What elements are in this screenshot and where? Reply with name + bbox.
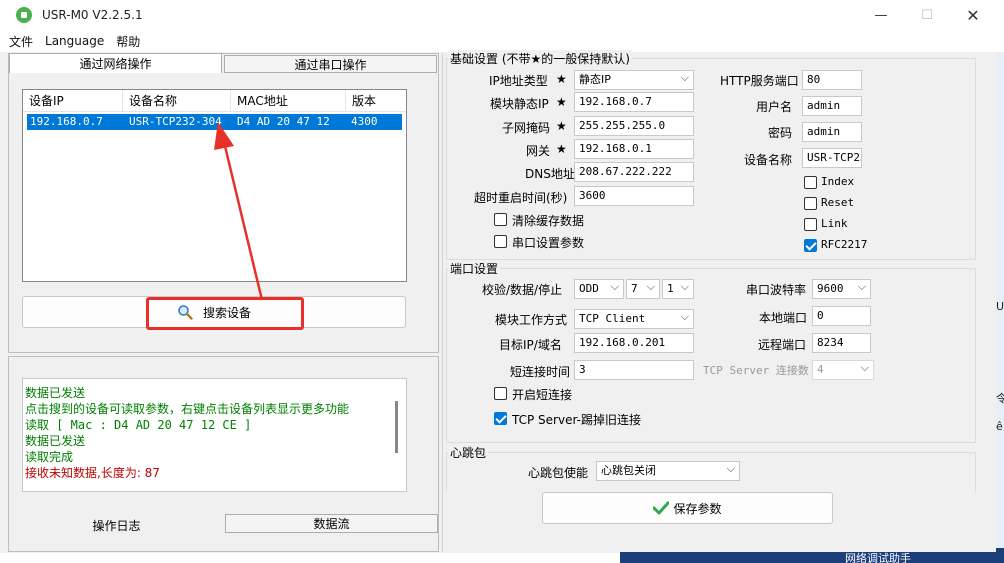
window-title: USR-M0 V2.2.5.1 [42,8,143,22]
server-conn-label: TCP Server 连接数 [703,364,809,377]
username-label: 用户名 [756,100,793,114]
device-version: 4300 [351,115,378,128]
work-mode-select[interactable]: TCP Client [574,309,694,329]
subnet-label: 子网掩码 [502,121,551,135]
menu-language[interactable]: Language [45,34,104,48]
heartbeat-enable-label: 心跳包使能 [528,466,589,480]
kick-old-checkbox[interactable] [494,412,507,425]
basic-settings-title: 基础设置 (不带★的一般保持默认) [448,50,632,67]
username-input[interactable]: admin [802,96,862,116]
static-ip-label: 模块静态IP [490,97,549,111]
column-header-version[interactable]: 版本 [346,90,386,112]
tab-serial[interactable]: 通过串口操作 [224,55,437,73]
clear-cache-checkbox[interactable] [494,213,507,226]
log-line: 数据已发送 [25,434,86,448]
link-label: Link [821,217,848,230]
background-text: 令 [996,392,1004,405]
log-scrollbar[interactable] [395,401,398,453]
maximize-button[interactable]: ☐ [904,0,950,30]
password-input[interactable]: admin [802,122,862,142]
http-port-label: HTTP服务端口 [720,74,799,88]
index-label: Index [821,175,855,188]
local-port-input[interactable]: 0 [812,306,871,326]
parity-select[interactable]: ODD [574,279,624,299]
work-mode-label: 模块工作方式 [495,313,568,327]
serial-params-label: 串口设置参数 [512,236,585,250]
close-button[interactable]: ✕ [950,0,996,30]
device-ip: 192.168.0.7 [30,115,103,128]
log-line: 点击搜到的设备可读取参数，右键点击设备列表显示更多功能 [25,402,350,416]
kick-old-label: TCP Server-踢掉旧连接 [512,413,641,427]
index-checkbox[interactable] [804,176,817,189]
app-icon [16,7,32,23]
log-line: 读取 [ Mac : D4 AD 20 47 12 CE ] [25,418,252,432]
device-name-label: 设备名称 [744,153,793,167]
background-text: ê [996,420,1003,433]
save-button-label: 保存参数 [673,501,722,516]
menu-help[interactable]: 帮助 [116,33,140,50]
parity-label: 校验/数据/停止 [482,283,563,297]
tab-operation-log[interactable]: 操作日志 [9,515,224,535]
title-bar: USR-M0 V2.2.5.1 — ☐ ✕ [0,0,1004,30]
save-params-button[interactable]: 保存参数 [542,492,833,524]
short-time-label: 短连接时间 [510,365,571,379]
check-icon [653,501,670,515]
target-input[interactable]: 192.168.0.201 [574,333,694,353]
heartbeat-enable-select[interactable]: 心跳包关闭 [596,461,740,481]
star-icon: ★ [556,119,567,133]
dns-label: DNS地址 [525,167,575,181]
timeout-input[interactable]: 3600 [574,186,694,206]
stop-bits-select[interactable]: 1 [662,279,694,299]
link-checkbox[interactable] [804,218,817,231]
rfc2217-checkbox[interactable] [804,239,817,252]
short-conn-label: 开启短连接 [512,388,573,402]
static-ip-input[interactable]: 192.168.0.7 [574,92,694,112]
tab-network[interactable]: 通过网络操作 [9,53,222,73]
serial-params-checkbox[interactable] [494,235,507,248]
background-text: US [996,300,1004,313]
short-time-input[interactable]: 3 [574,360,694,380]
port-settings-title: 端口设置 [448,260,501,277]
dns-input[interactable]: 208.67.222.222 [574,162,694,182]
log-line-error: 接收未知数据,长度为: 87 [25,466,160,480]
log-line: 数据已发送 [25,386,86,400]
log-line: 读取完成 [25,450,74,464]
server-conn-select[interactable]: 4 [812,360,874,380]
gateway-label: 网关 [526,144,551,158]
column-header-ip[interactable]: 设备IP [23,89,123,112]
password-label: 密码 [768,126,793,140]
annotation-arrow [214,122,264,301]
tab-dataflow[interactable]: 数据流 [225,514,438,533]
column-header-name[interactable]: 设备名称 [123,89,231,112]
reset-checkbox[interactable] [804,197,817,210]
star-icon: ★ [556,142,567,156]
minimize-button[interactable]: — [858,0,904,30]
device-name-input[interactable]: USR-TCP23 [802,148,862,168]
star-icon: ★ [556,95,567,109]
ip-type-select[interactable]: 静态IP [574,70,694,90]
baud-select[interactable]: 9600 [812,279,871,299]
data-bits-select[interactable]: 7 [626,279,660,299]
rfc2217-label: RFC2217 [821,238,868,251]
menu-file[interactable]: 文件 [9,33,33,50]
column-header-mac[interactable]: MAC地址 [231,89,346,112]
subnet-input[interactable]: 255.255.255.0 [574,116,694,136]
star-icon: ★ [556,72,567,86]
menu-bar: 文件 Language 帮助 [0,30,1004,52]
log-output[interactable]: 数据已发送 点击搜到的设备可读取参数，右键点击设备列表显示更多功能 读取 [ M… [22,378,407,492]
gateway-input[interactable]: 192.168.0.1 [574,139,694,159]
list-header: 设备IP 设备名称 MAC地址 版本 [23,89,406,112]
short-conn-checkbox[interactable] [494,387,507,400]
remote-port-input[interactable]: 8234 [812,333,871,353]
local-port-label: 本地端口 [759,311,808,325]
heartbeat-title: 心跳包 [448,444,489,461]
ip-type-label: IP地址类型 [489,74,548,88]
remote-port-label: 远程端口 [758,338,807,352]
clear-cache-label: 清除缓存数据 [512,214,585,228]
baud-label: 串口波特率 [746,283,807,297]
http-port-input[interactable]: 80 [802,70,862,90]
reset-label: Reset [821,196,855,209]
timeout-label: 超时重启时间(秒) [474,191,568,205]
target-label: 目标IP/域名 [499,338,562,352]
